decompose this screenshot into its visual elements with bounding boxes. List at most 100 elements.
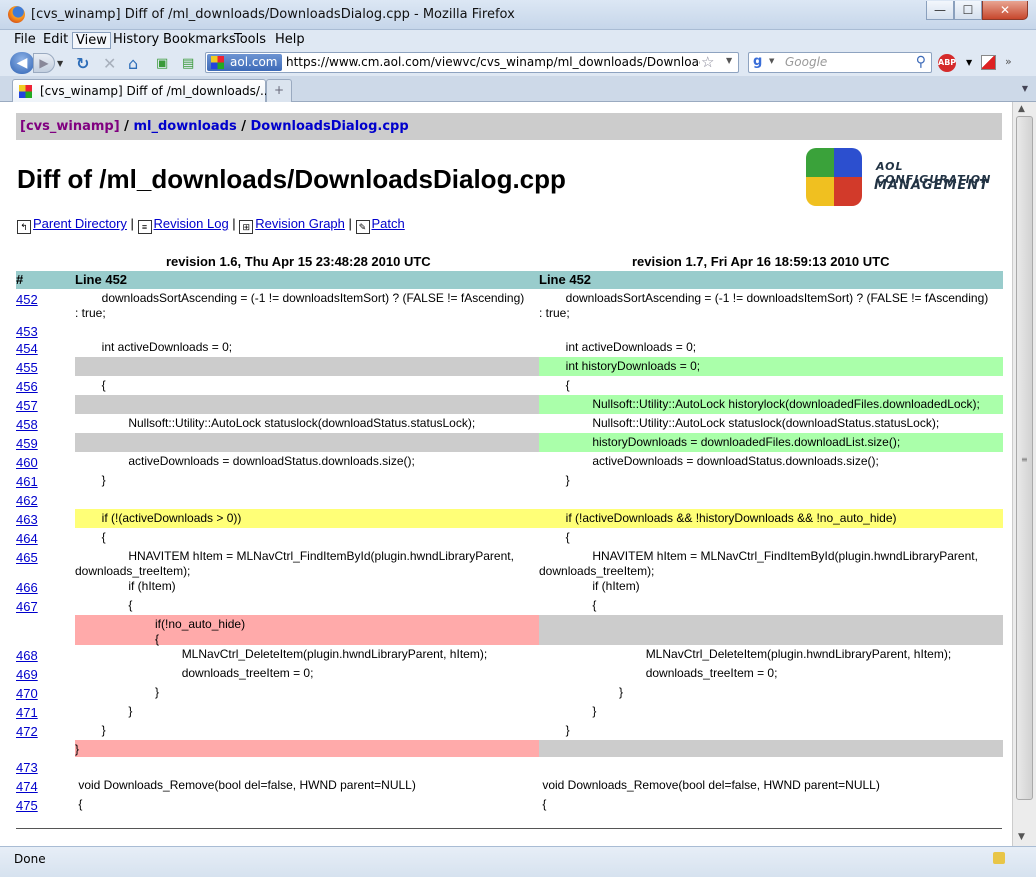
left-code: activeDownloads = downloadStatus.downloa… [75, 454, 415, 468]
engine-dropdown-icon[interactable]: ▼ [769, 57, 774, 65]
left-code-cell: void Downloads_Remove(bool del=false, HW… [75, 776, 539, 795]
menu-view[interactable]: View [72, 32, 111, 49]
bookmark-star-icon[interactable]: ☆ [701, 53, 714, 71]
line-number-link[interactable]: 470 [16, 686, 38, 701]
line-number-header: # [16, 272, 24, 287]
breadcrumb-dir-link[interactable]: ml_downloads [133, 119, 236, 134]
line-number-link[interactable]: 452 [16, 292, 38, 307]
menu-help[interactable]: Help [272, 32, 308, 49]
patch-link[interactable]: Patch [372, 216, 405, 231]
minimize-button[interactable]: — [926, 1, 954, 20]
breadcrumb-root-link[interactable]: [cvs_winamp] [20, 119, 120, 134]
right-code-cell: MLNavCtrl_DeleteItem(plugin.hwndLibraryP… [539, 645, 1003, 664]
line-number-link[interactable]: 471 [16, 705, 38, 720]
scroll-up-icon[interactable]: ▲ [1018, 104, 1025, 114]
aol-logo-mark-icon [806, 148, 862, 206]
revision-graph-link[interactable]: Revision Graph [255, 216, 345, 231]
right-code: Nullsoft::Utility::AutoLock statuslock(d… [539, 416, 940, 430]
scroll-down-icon[interactable]: ▼ [1018, 832, 1025, 842]
left-code: MLNavCtrl_DeleteItem(plugin.hwndLibraryP… [75, 647, 488, 661]
tab-diff[interactable]: [cvs_winamp] Diff of /ml_downloads/... [12, 79, 271, 102]
line-number-link[interactable]: 457 [16, 398, 38, 413]
parent-directory-link[interactable]: Parent Directory [33, 216, 127, 231]
line-number-link[interactable]: 455 [16, 360, 38, 375]
right-code: { [539, 378, 570, 392]
right-code-cell: { [539, 376, 1003, 395]
line-number-link[interactable]: 454 [16, 341, 38, 356]
diff-header-row: # Line 452 Line 452 [16, 271, 1003, 289]
home-icon[interactable]: ⌂ [128, 52, 138, 74]
right-code: MLNavCtrl_DeleteItem(plugin.hwndLibraryP… [539, 647, 952, 661]
diff-row: 452 downloadsSortAscending = (-1 != down… [16, 289, 1003, 321]
line-number-cell [16, 740, 75, 757]
adblock-icon[interactable]: ABP [938, 54, 956, 72]
right-code: int historyDownloads = 0; [539, 359, 701, 373]
vertical-scrollbar[interactable]: ▲ ≡ ▼ [1012, 102, 1036, 846]
diff-row: 467 { { [16, 596, 1003, 615]
line-number-link[interactable]: 459 [16, 436, 38, 451]
left-code-cell: int activeDownloads = 0; [75, 338, 539, 357]
logo-line2: MANAGEMENT [874, 178, 990, 193]
maximize-button[interactable]: ☐ [954, 1, 982, 20]
stop-icon[interactable]: ✕ [103, 52, 116, 74]
google-engine-icon[interactable]: g [753, 55, 767, 69]
left-code-cell: if (!(activeDownloads > 0)) [75, 509, 539, 528]
right-code-cell [539, 757, 1003, 776]
site-identity-badge[interactable]: aol.com [207, 54, 282, 71]
extension-icon[interactable] [981, 55, 996, 70]
search-bar[interactable]: g ▼ Google ⚲ [748, 52, 932, 73]
menu-tools[interactable]: Tools [231, 32, 269, 49]
line-number-link[interactable]: 462 [16, 493, 38, 508]
menu-bookmarks[interactable]: Bookmarks [160, 32, 239, 49]
line-number-link[interactable]: 474 [16, 779, 38, 794]
line-number-link[interactable]: 460 [16, 455, 38, 470]
search-input[interactable]: Google [785, 55, 827, 69]
line-number-link[interactable]: 473 [16, 760, 38, 775]
line-number-link[interactable]: 472 [16, 724, 38, 739]
link-separator: | [228, 216, 240, 231]
menu-history[interactable]: History [110, 32, 162, 49]
bookmark-add-icon[interactable]: ▣ [156, 52, 168, 74]
line-number-cell: 471 [16, 702, 75, 721]
toolbar-overflow-icon[interactable]: » [1005, 55, 1012, 68]
parent-directory-icon: ↰ [17, 220, 31, 234]
url-bar[interactable]: aol.com https://www.cm.aol.com/viewvc/cv… [205, 52, 739, 73]
url-text[interactable]: https://www.cm.aol.com/viewvc/cvs_winamp… [286, 55, 700, 69]
line-number-link[interactable]: 464 [16, 531, 38, 546]
menu-bar: File Edit View History Bookmarks Tools H… [0, 30, 1036, 50]
line-number-link[interactable]: 475 [16, 798, 38, 813]
left-code: } [75, 723, 106, 737]
line-number-cell: 460 [16, 452, 75, 471]
tab-list-icon[interactable]: ▼ [1022, 84, 1028, 93]
page-add-icon[interactable]: ▤ [182, 52, 194, 74]
right-code-cell: if (hItem) [539, 577, 1003, 596]
line-number-link[interactable]: 463 [16, 512, 38, 527]
line-number-link[interactable]: 461 [16, 474, 38, 489]
url-dropdown-icon[interactable]: ▼ [726, 56, 732, 65]
menu-file[interactable]: File [11, 32, 39, 49]
adblock-dropdown-icon[interactable]: ▼ [966, 58, 972, 67]
close-button[interactable]: ✕ [982, 1, 1028, 20]
history-dropdown-icon[interactable]: ▼ [57, 52, 63, 74]
line-number-link[interactable]: 458 [16, 417, 38, 432]
line-number-link[interactable]: 456 [16, 379, 38, 394]
line-number-link[interactable]: 453 [16, 324, 38, 339]
breadcrumb-file-link[interactable]: DownloadsDialog.cpp [251, 119, 409, 134]
scrollbar-thumb[interactable]: ≡ [1016, 116, 1033, 800]
line-number-link[interactable]: 469 [16, 667, 38, 682]
line-number-link[interactable]: 468 [16, 648, 38, 663]
line-number-link[interactable]: 466 [16, 580, 38, 595]
left-code-cell [75, 490, 539, 509]
forward-icon[interactable]: ▶ [33, 53, 55, 73]
back-icon[interactable]: ◀ [10, 52, 34, 74]
search-icon[interactable]: ⚲ [916, 54, 926, 70]
right-code-cell: void Downloads_Remove(bool del=false, HW… [539, 776, 1003, 795]
menu-edit[interactable]: Edit [40, 32, 71, 49]
revision-log-link[interactable]: Revision Log [154, 216, 229, 231]
right-code: downloads_treeItem = 0; [539, 666, 778, 680]
new-tab-button[interactable]: + [266, 79, 292, 102]
reload-icon[interactable]: ↻ [76, 52, 89, 74]
line-number-link[interactable]: 465 [16, 550, 38, 565]
left-line-header: Line 452 [75, 272, 128, 287]
line-number-link[interactable]: 467 [16, 599, 38, 614]
